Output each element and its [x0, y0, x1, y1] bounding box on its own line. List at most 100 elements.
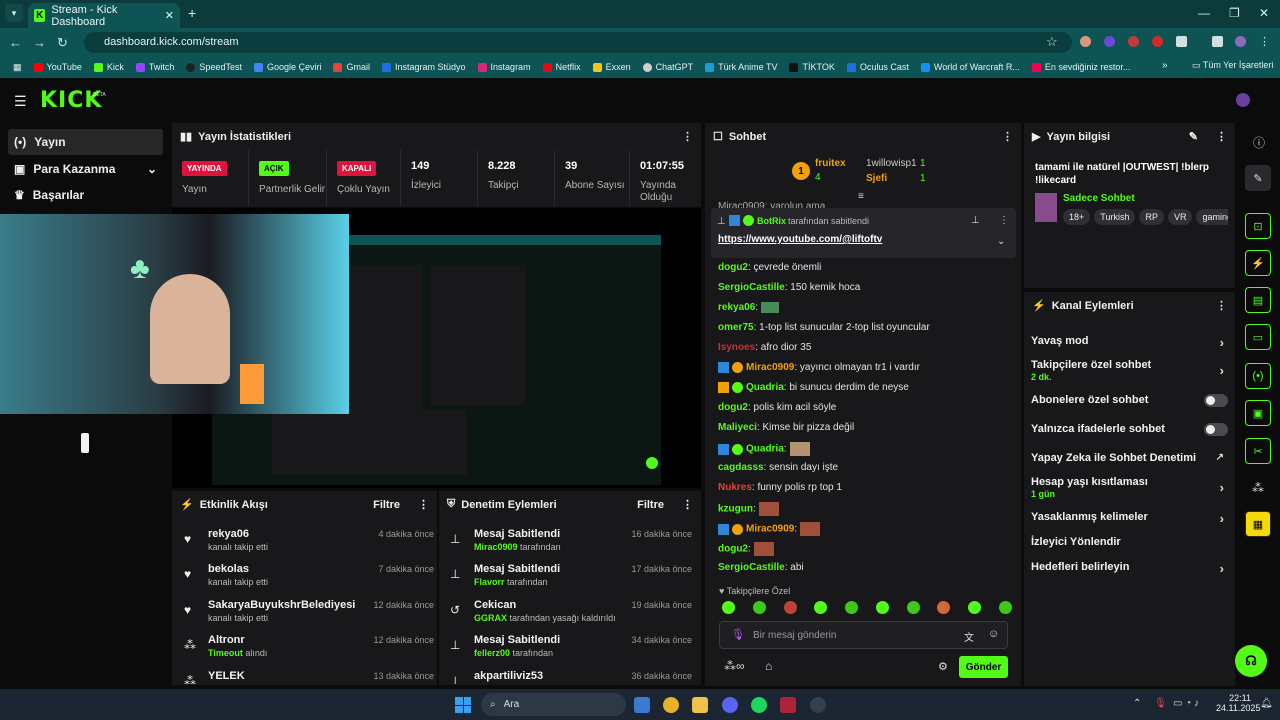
microphone-tray-icon[interactable]: 🎙	[1154, 698, 1167, 709]
broadcast-widget-icon[interactable]: (•)	[1245, 363, 1271, 389]
more-options-icon[interactable]: ⋮	[1002, 130, 1013, 143]
media-icon[interactable]	[1212, 36, 1223, 47]
action-slow-mode[interactable]: Yavaş mod ›	[1031, 335, 1228, 350]
collapse-icon[interactable]: ≡	[858, 191, 864, 202]
tag[interactable]: VR	[1167, 209, 1193, 225]
stream-preview-widget-icon[interactable]: ⊡	[1245, 213, 1271, 239]
tools-widget-icon[interactable]: ✂	[1245, 438, 1271, 464]
activity-user[interactable]: rekya06	[208, 528, 249, 540]
sidebar-item-basarilar[interactable]: ♛ Başarılar	[8, 182, 163, 208]
tab-close-icon[interactable]: ✕	[165, 9, 174, 22]
close-window-icon[interactable]: ✕	[1259, 6, 1269, 20]
top-gifter-name[interactable]: Sjefi	[866, 173, 887, 184]
emote-icon[interactable]	[998, 601, 1012, 614]
apps-icon[interactable]: ▦	[8, 62, 27, 73]
pinned-link[interactable]: https://www.youtube.com/@liftoftv	[718, 234, 882, 245]
tray-overflow-icon[interactable]: ⌃	[1133, 698, 1141, 709]
bookmark[interactable]: SpeedTest	[181, 62, 247, 72]
emote-icon[interactable]	[875, 601, 889, 614]
back-icon[interactable]: ←	[9, 35, 22, 50]
extension-icon[interactable]	[1104, 36, 1115, 47]
activity-filter-button[interactable]: Filtre	[373, 499, 400, 511]
chrome-menu-icon[interactable]: ⋮	[1259, 35, 1270, 48]
bookmark[interactable]: TİKTOK	[784, 62, 839, 72]
new-tab-icon[interactable]: +	[188, 5, 196, 21]
clips-widget-icon[interactable]: ▦	[1245, 511, 1271, 537]
bookmark[interactable]: Türk Anime TV	[700, 62, 782, 72]
action-account-age[interactable]: Hesap yaşı kısıtlaması 1 gün ›	[1031, 476, 1228, 499]
obs-icon[interactable]	[810, 697, 826, 713]
notification-bell-icon[interactable]: 🔔︎	[1260, 698, 1273, 709]
url-input[interactable]: dashboard.kick.com/stream	[84, 32, 1072, 53]
support-headset-icon[interactable]: ☊	[1235, 645, 1267, 677]
bookmark[interactable]: Instagram	[473, 62, 536, 72]
moderation-filter-button[interactable]: Filtre	[637, 499, 664, 511]
activity-user[interactable]: Altronr	[208, 634, 245, 646]
profile-icon[interactable]	[1235, 36, 1246, 47]
extension-icon[interactable]	[1128, 36, 1139, 47]
file-explorer-icon[interactable]	[692, 697, 708, 713]
toggle-switch[interactable]	[1204, 423, 1228, 436]
extension-icon[interactable]	[1152, 36, 1163, 47]
tab-search-icon[interactable]: ▾	[5, 4, 23, 22]
network-tray-icon[interactable]: ▭ ◔ ♪	[1173, 698, 1199, 709]
voicemeeter-icon[interactable]	[780, 697, 796, 713]
send-button[interactable]: Gönder	[959, 656, 1008, 678]
more-options-icon[interactable]: ⋮	[682, 130, 693, 143]
emote-icon[interactable]	[814, 601, 828, 614]
activity-user[interactable]: bekolas	[208, 563, 249, 575]
bookmark[interactable]: Google Çeviri	[249, 62, 327, 72]
sidebar-item-para-kazanma[interactable]: ▣ Para Kazanma ⌄	[8, 156, 163, 182]
edit-icon[interactable]: ✎	[1189, 130, 1198, 143]
action-subscribers-only[interactable]: Abonelere özel sohbet	[1031, 394, 1228, 407]
chat-settings-icon[interactable]: ⚙	[938, 660, 948, 673]
unpin-icon[interactable]: ⊥	[971, 215, 980, 226]
activity-widget-icon[interactable]: ⚡	[1245, 250, 1271, 276]
bookmark[interactable]: World of Warcraft R...	[916, 62, 1025, 72]
emote-icon[interactable]	[937, 601, 951, 614]
microphone-icon[interactable]: 🎙	[731, 628, 745, 641]
pinned-menu-icon[interactable]: ⋮	[999, 215, 1009, 226]
windows-start-icon[interactable]	[455, 697, 471, 713]
reload-icon[interactable]: ↻	[57, 35, 68, 51]
gifts-rail-icon[interactable]: ⁂	[1252, 481, 1264, 495]
bookmark[interactable]: Oculus Cast	[842, 62, 914, 72]
gifts-icon[interactable]: ⁂∞	[724, 659, 745, 673]
bookmark[interactable]: YouTube	[29, 62, 87, 72]
toggle-switch[interactable]	[1204, 394, 1228, 407]
tag[interactable]: RP	[1139, 209, 1164, 225]
category-link[interactable]: Sadece Sohbet	[1063, 193, 1135, 204]
taskbar-search[interactable]: ⌕ Ara	[481, 693, 626, 716]
moderation-widget-icon[interactable]: ▤	[1245, 287, 1271, 313]
store-icon[interactable]: ⌂	[765, 659, 772, 673]
widgets-icon[interactable]	[634, 697, 650, 713]
all-bookmarks-folder[interactable]: ▭ Tüm Yer İşaretleri	[1192, 60, 1273, 71]
activity-user[interactable]: YELEK	[208, 670, 245, 682]
bookmark-star-icon[interactable]: ☆	[1046, 34, 1058, 50]
restore-icon[interactable]: ❐	[1229, 6, 1240, 20]
info-icon[interactable]: ⓘ	[1253, 134, 1265, 151]
activity-user[interactable]: SakaryaBuyukshrBelediyesi	[208, 599, 355, 611]
category-thumbnail[interactable]	[1035, 193, 1057, 222]
more-options-icon[interactable]: ⋮	[1216, 130, 1227, 143]
forward-icon[interactable]: →	[33, 35, 46, 50]
top-gifter-name[interactable]: fruitex	[815, 158, 846, 169]
action-followers-only[interactable]: Takipçilere özel sohbet 2 dk. ›	[1031, 359, 1228, 382]
more-options-icon[interactable]: ⋮	[1216, 299, 1227, 312]
bookmark[interactable]: Instagram Stüdyo	[377, 62, 471, 72]
more-options-icon[interactable]: ⋮	[418, 498, 429, 511]
action-banned-words[interactable]: Yasaklanmış kelimeler ›	[1031, 511, 1228, 526]
more-options-icon[interactable]: ⋮	[682, 498, 693, 511]
emoji-icon[interactable]: ☺	[988, 628, 999, 640]
bookmark[interactable]: Kick	[89, 62, 129, 72]
emote-icon[interactable]	[722, 601, 735, 614]
emote-icon[interactable]	[845, 601, 859, 614]
browser-tab[interactable]: K Stream - Kick Dashboard ✕	[28, 3, 180, 28]
emote-icon[interactable]	[752, 601, 766, 614]
discord-icon[interactable]	[722, 697, 738, 713]
chrome-icon[interactable]	[663, 697, 679, 713]
bookmark[interactable]: ChatGPT	[638, 62, 699, 72]
bookmark[interactable]: Exxen	[588, 62, 636, 72]
bookmark[interactable]: Gmail	[328, 62, 375, 72]
chat-widget-icon[interactable]: ▭	[1245, 324, 1271, 350]
